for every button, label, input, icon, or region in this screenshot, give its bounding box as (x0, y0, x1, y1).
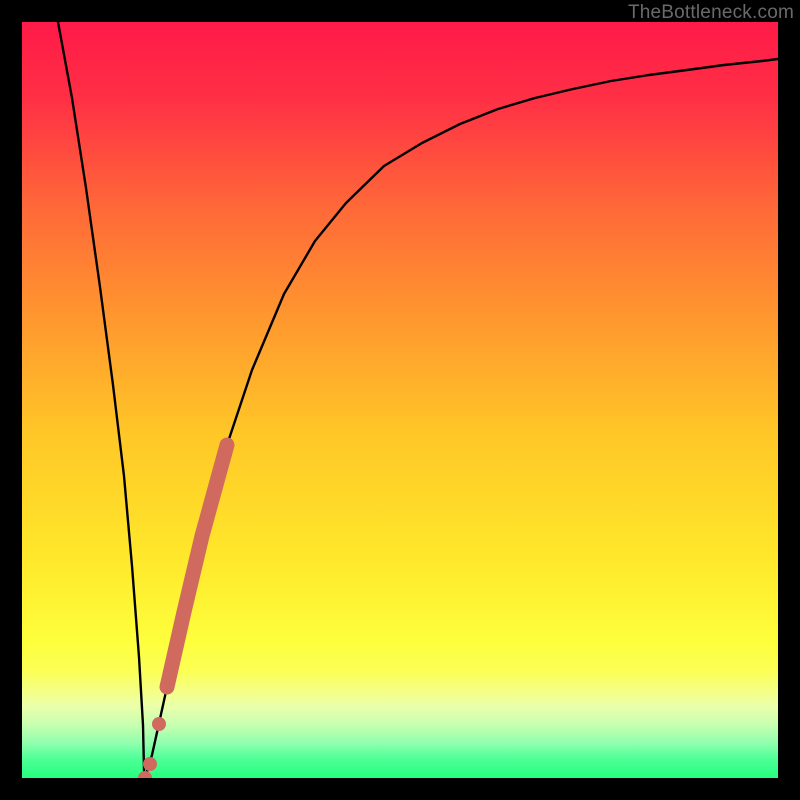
gradient-background (22, 22, 778, 778)
plot-area (22, 22, 778, 778)
marker-dot-lower (143, 757, 157, 771)
marker-dot-upper (152, 717, 166, 731)
chart-frame: TheBottleneck.com (0, 0, 800, 800)
chart-svg (22, 22, 778, 778)
watermark-text: TheBottleneck.com (628, 2, 794, 24)
